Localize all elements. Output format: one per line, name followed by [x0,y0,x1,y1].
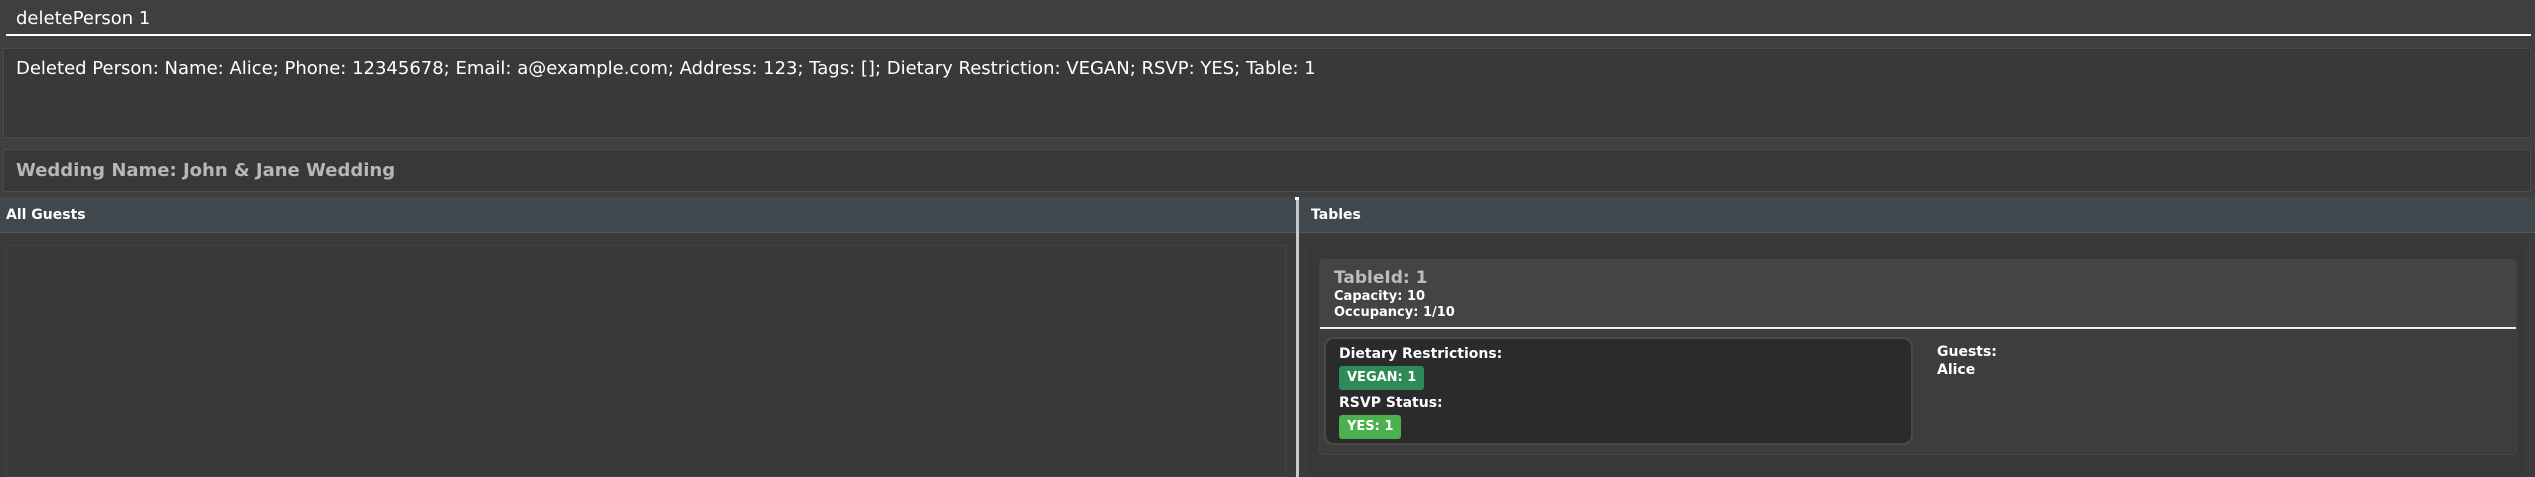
table-card-header: TableId: 1 Capacity: 10 Occupancy: 1/10 [1320,260,2516,329]
guest-list[interactable] [6,245,1286,477]
rsvp-status-label: RSVP Status: [1339,395,1443,411]
table-guests-box: Guests: Alice [1927,337,2487,397]
guests-label: Guests: [1937,344,1997,360]
result-display: Deleted Person: Name: Alice; Phone: 1234… [3,48,2531,138]
tables-pane: Tables TableId: 1 Capacity: 10 Occupancy… [1299,197,2535,477]
table-occupancy: Occupancy: 1/10 [1334,305,1455,320]
vegan-badge: VEGAN: 1 [1339,366,1425,390]
command-box [0,0,2535,40]
result-message: Deleted Person: Name: Alice; Phone: 1234… [16,58,1316,79]
split-pane: All Guests Tables TableId: 1 Capacity: 1… [0,197,2535,477]
table-card[interactable]: TableId: 1 Capacity: 10 Occupancy: 1/10 … [1319,259,2517,455]
wedding-name: Wedding Name: John & Jane Wedding [16,160,396,181]
dietary-restrictions-label: Dietary Restrictions: [1339,346,1503,362]
rsvp-yes-badge: YES: 1 [1339,415,1402,439]
table-id: TableId: 1 [1334,268,1428,288]
wedding-planner-app: Deleted Person: Name: Alice; Phone: 1234… [0,0,2535,477]
guests-pane-header: All Guests [0,197,1296,233]
guest-name: Alice [1937,362,1976,378]
wedding-name-panel: Wedding Name: John & Jane Wedding [3,149,2531,192]
tables-pane-header: Tables [1299,197,2535,233]
command-input[interactable] [6,3,2531,36]
table-list[interactable]: TableId: 1 Capacity: 10 Occupancy: 1/10 … [1309,245,2525,477]
table-capacity: Capacity: 10 [1334,289,1426,304]
dietary-rsvp-box: Dietary Restrictions: VEGAN: 1 RSVP Stat… [1324,337,1913,445]
guests-pane: All Guests [0,197,1296,477]
